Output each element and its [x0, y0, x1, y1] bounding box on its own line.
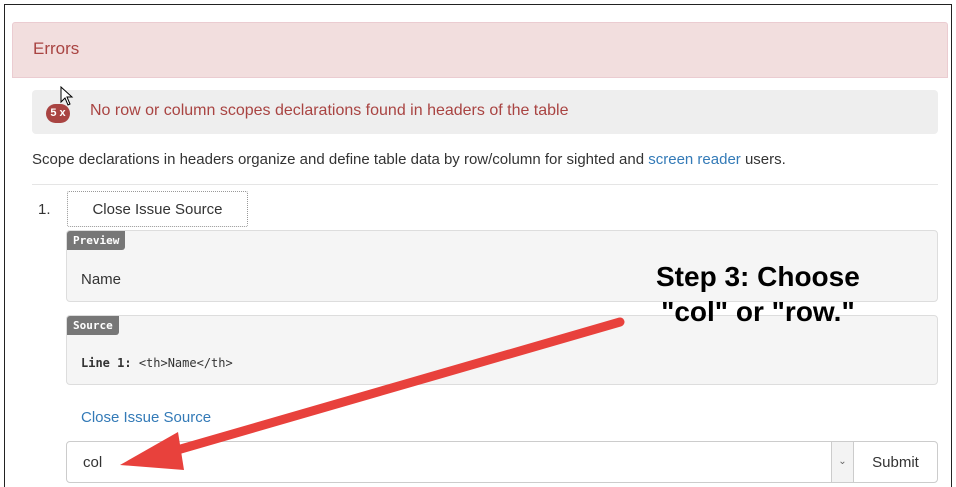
- preview-tag: Preview: [67, 231, 126, 250]
- close-issue-source-link[interactable]: Close Issue Source: [81, 409, 211, 426]
- submit-button[interactable]: Submit: [853, 441, 938, 483]
- chevron-down-icon[interactable]: ⌄: [831, 442, 853, 482]
- scope-select[interactable]: col ⌄: [66, 441, 854, 483]
- divider: [32, 184, 938, 185]
- scope-select-value: col: [83, 454, 103, 471]
- description: Scope declarations in headers organize a…: [32, 151, 786, 168]
- source-tag: Source: [67, 316, 119, 335]
- source-line-label: Line 1:: [81, 356, 132, 370]
- count-badge: 5 x: [46, 104, 70, 123]
- annotation-line-1: Step 3: Choose: [656, 261, 860, 292]
- description-text: Scope declarations in headers organize a…: [32, 151, 649, 168]
- scope-form: col ⌄ Submit: [66, 441, 938, 483]
- issue-number: 1.: [38, 201, 51, 218]
- screen-reader-link[interactable]: screen reader: [648, 151, 741, 168]
- mouse-pointer-icon: [60, 86, 74, 106]
- description-text-end: users.: [740, 151, 786, 168]
- close-issue-source-button[interactable]: Close Issue Source: [67, 191, 248, 227]
- panel-title: Errors: [33, 39, 80, 58]
- source-code-text: <th>Name</th>: [138, 356, 233, 370]
- source-code: Line 1: <th>Name</th>: [81, 356, 233, 370]
- annotation-line-2: "col" or "row.": [661, 296, 855, 327]
- error-alert[interactable]: 5 x No row or column scopes declarations…: [32, 90, 938, 134]
- alert-message: No row or column scopes declarations fou…: [90, 102, 569, 119]
- preview-content: Name: [81, 271, 122, 288]
- errors-panel-heading: Errors: [12, 22, 948, 78]
- step-annotation: Step 3: Choose "col" or "row.": [656, 259, 860, 329]
